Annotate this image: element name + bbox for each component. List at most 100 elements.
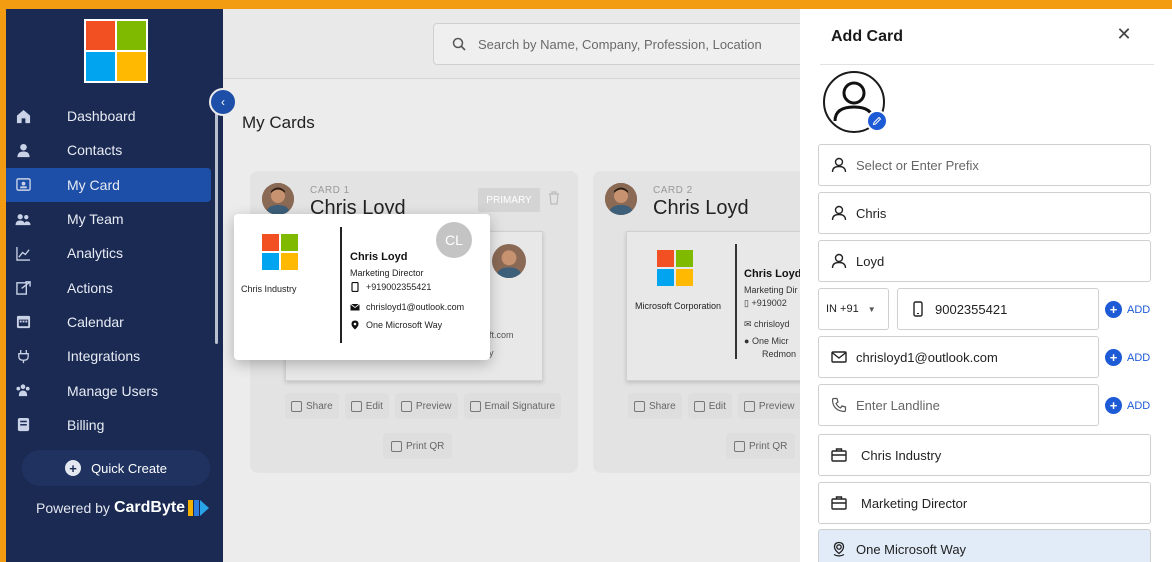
country-code-value: IN +91 xyxy=(826,303,859,315)
preview-label: Preview xyxy=(415,400,452,412)
preview-button[interactable]: Preview xyxy=(737,393,801,419)
add-label: ADD xyxy=(1127,351,1151,364)
avatar xyxy=(262,183,294,215)
mail-outline-icon xyxy=(831,349,847,365)
sidebar-item-integrations[interactable]: Integrations xyxy=(6,339,223,373)
first-name-field[interactable]: Chris xyxy=(818,192,1151,234)
briefcase-icon xyxy=(831,447,847,463)
edit-button[interactable]: Edit xyxy=(344,393,389,419)
id-card-icon xyxy=(15,177,31,193)
address-field[interactable]: One Microsoft Way xyxy=(818,529,1151,562)
card-phone: ▯ +919002 xyxy=(744,298,787,309)
plus-icon: + xyxy=(65,460,82,476)
share-button[interactable]: Share xyxy=(628,393,682,419)
preview-button[interactable]: Preview xyxy=(394,393,458,419)
email-signature-button[interactable]: Email Signature xyxy=(463,393,562,419)
card-address: ● One Micr xyxy=(744,336,788,346)
add-phone-button[interactable]: + ADD xyxy=(1105,301,1150,318)
quick-create-label: Quick Create xyxy=(91,460,167,476)
share-label: Share xyxy=(649,400,676,412)
preview-phone-text: +919002355421 xyxy=(366,282,432,292)
person-outline-icon xyxy=(831,253,847,269)
mail-icon: ✉ xyxy=(744,319,755,329)
sidebar-item-my-card[interactable]: My Card xyxy=(6,167,211,202)
print-qr-button[interactable]: Print QR xyxy=(383,433,453,459)
designation-field[interactable]: Marketing Director xyxy=(818,482,1151,524)
prefix-field[interactable]: Select or Enter Prefix xyxy=(818,144,1151,186)
sidebar-item-label: My Team xyxy=(67,211,124,228)
billing-icon xyxy=(15,417,31,433)
sidebar: Dashboard Contacts My Card My Team Analy… xyxy=(6,9,223,562)
preview-email: chrisloyd1@outlook.com xyxy=(350,302,464,312)
sidebar-item-label: Billing xyxy=(67,416,105,433)
share-label: Share xyxy=(306,400,333,412)
sidebar-item-manage-users[interactable]: Manage Users xyxy=(6,373,223,407)
chevron-left-icon: ‹ xyxy=(221,95,225,109)
card-label: CARD 2 xyxy=(653,185,693,196)
microsoft-logo-icon xyxy=(657,250,693,286)
sidebar-item-billing[interactable]: Billing xyxy=(6,408,223,442)
preview-name: Chris Loyd xyxy=(350,251,408,263)
sidebar-item-calendar[interactable]: Calendar xyxy=(6,305,223,339)
company-field[interactable]: Chris Industry xyxy=(818,434,1151,476)
sidebar-scrollbar[interactable] xyxy=(215,109,218,344)
preview-icon xyxy=(743,400,755,412)
preview-address-text: One Microsoft Way xyxy=(366,320,443,330)
trash-icon[interactable] xyxy=(548,191,560,205)
edit-button[interactable]: Edit xyxy=(687,393,732,419)
printer-icon xyxy=(734,440,745,452)
preview-role: Marketing Director xyxy=(350,268,424,278)
print-qr-button[interactable]: Print QR xyxy=(726,433,796,459)
search-icon xyxy=(452,37,466,51)
sidebar-item-analytics[interactable]: Analytics xyxy=(6,236,223,270)
last-name-value: Loyd xyxy=(856,253,885,269)
primary-badge[interactable]: PRIMARY xyxy=(478,188,540,212)
card-city: Redmon xyxy=(762,349,797,359)
card-email-text: chrisloyd xyxy=(754,319,790,329)
sidebar-item-label: Manage Users xyxy=(67,382,159,399)
country-code-select[interactable]: IN +91 ▼ xyxy=(818,288,889,330)
location-pin-icon: ● xyxy=(744,336,752,346)
preview-email-text: chrisloyd1@outlook.com xyxy=(366,302,465,312)
share-icon xyxy=(291,400,302,412)
card-divider xyxy=(735,244,737,359)
last-name-field[interactable]: Loyd xyxy=(818,240,1151,282)
mail-icon xyxy=(469,400,481,412)
sidebar-item-my-team[interactable]: My Team xyxy=(6,202,223,236)
prefix-placeholder: Select or Enter Prefix xyxy=(856,157,979,173)
email-value: chrisloyd1@outlook.com xyxy=(856,349,998,365)
quick-create-button[interactable]: + Quick Create xyxy=(22,450,210,486)
sidebar-item-dashboard[interactable]: Dashboard xyxy=(6,99,223,133)
phone-icon xyxy=(350,281,360,293)
card-name: Chris Loyd xyxy=(653,197,749,219)
card-company: Microsoft Corporation xyxy=(635,301,722,311)
mobile-phone-icon xyxy=(910,301,926,317)
card-email: ✉ chrisloyd xyxy=(744,319,790,330)
close-icon[interactable]: ✕ xyxy=(1114,24,1134,44)
search-input[interactable]: Search by Name, Company, Profession, Loc… xyxy=(433,23,813,65)
sidebar-item-contacts[interactable]: Contacts xyxy=(6,133,223,167)
mail-icon xyxy=(350,302,360,312)
landline-field[interactable]: Enter Landline xyxy=(818,384,1099,426)
edit-photo-icon[interactable] xyxy=(866,110,888,132)
initials-avatar: CL xyxy=(436,222,472,258)
add-landline-button[interactable]: + ADD xyxy=(1105,397,1150,414)
page-title: My Cards xyxy=(242,113,315,132)
caret-down-icon: ▼ xyxy=(867,304,876,314)
email-field[interactable]: chrisloyd1@outlook.com xyxy=(818,336,1099,378)
plus-circle-icon: + xyxy=(1105,349,1122,366)
microsoft-logo-icon xyxy=(262,234,298,270)
sidebar-item-label: Calendar xyxy=(67,313,124,330)
panel-divider xyxy=(820,64,1154,65)
users-icon xyxy=(15,383,31,399)
add-card-panel: Add Card ✕ Select or Enter Prefix Chris … xyxy=(800,9,1172,562)
avatar xyxy=(492,244,526,278)
add-email-button[interactable]: + ADD xyxy=(1105,349,1150,366)
sidebar-item-actions[interactable]: Actions xyxy=(6,270,223,304)
collapse-sidebar-button[interactable]: ‹ xyxy=(209,88,237,116)
landline-placeholder: Enter Landline xyxy=(856,397,940,413)
person-outline-icon xyxy=(831,157,847,173)
person-outline-icon xyxy=(831,205,847,221)
phone-field[interactable]: 9002355421 xyxy=(897,288,1099,330)
share-button[interactable]: Share xyxy=(285,393,339,419)
